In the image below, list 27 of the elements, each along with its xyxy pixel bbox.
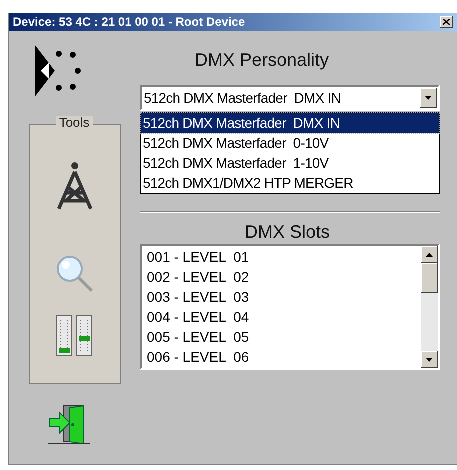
personality-dropdown[interactable]: 512ch DMX Masterfader DMX IN [140, 85, 440, 111]
down-arrow-icon [426, 358, 433, 362]
scrollbar[interactable] [421, 246, 438, 368]
dropdown-option[interactable]: 512ch DMX Masterfader DMX IN [141, 113, 439, 133]
slot-item[interactable]: 003 - LEVEL 03 [147, 287, 250, 307]
slot-item[interactable]: 001 - LEVEL 01 [147, 247, 250, 267]
scroll-down-button[interactable] [421, 351, 438, 368]
scroll-up-button[interactable] [421, 246, 438, 263]
dropdown-option[interactable]: 512ch DMX1/DMX2 HTP MERGER [141, 173, 439, 193]
exit-door-icon[interactable] [48, 404, 90, 446]
caret-icon [425, 96, 432, 100]
scroll-thumb[interactable] [421, 263, 438, 293]
faders-icon[interactable] [56, 315, 94, 357]
slot-item[interactable]: 004 - LEVEL 04 [147, 307, 250, 327]
close-button[interactable] [440, 16, 453, 28]
tools-label: Tools [56, 116, 93, 129]
close-icon [443, 19, 450, 25]
personality-heading: DMX Personality [195, 49, 330, 71]
slot-item[interactable]: 002 - LEVEL 02 [147, 267, 250, 287]
slot-item[interactable]: 006 - LEVEL 06 [147, 347, 250, 367]
up-arrow-icon [426, 252, 433, 256]
window-title: Device: 53 4C : 21 01 00 01 - Root Device [13, 14, 246, 31]
slots-heading: DMX Slots [245, 222, 332, 242]
dropdown-option[interactable]: 512ch DMX Masterfader 1-10V [141, 153, 439, 173]
dropdown-option[interactable]: 512ch DMX Masterfader 0-10V [141, 133, 439, 153]
dropdown-arrow-button[interactable] [420, 88, 437, 108]
slot-item[interactable]: 005 - LEVEL 05 [147, 327, 250, 347]
